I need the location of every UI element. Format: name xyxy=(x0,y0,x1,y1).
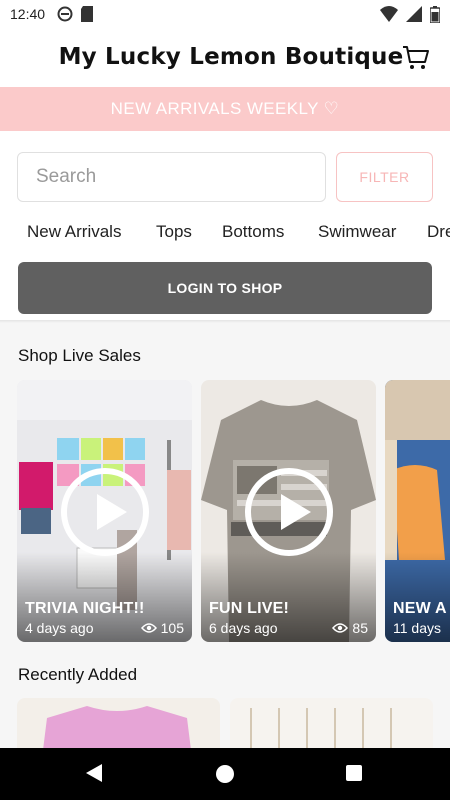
recent-apps-icon[interactable] xyxy=(346,765,362,781)
live-sale-card[interactable]: FUN LIVE! 6 days ago 85 xyxy=(201,380,376,642)
eye-icon xyxy=(140,623,157,633)
play-icon[interactable] xyxy=(61,468,149,556)
category-tops[interactable]: Tops xyxy=(156,222,192,242)
promo-banner-text: NEW ARRIVALS WEEKLY ♡ xyxy=(110,99,340,118)
search-placeholder: Search xyxy=(36,166,97,187)
live-sales-title: Shop Live Sales xyxy=(18,346,141,365)
play-icon[interactable] xyxy=(245,468,333,556)
live-sale-views: 105 xyxy=(140,620,184,636)
page-title: My Lucky Lemon Boutique xyxy=(58,44,404,70)
promo-banner[interactable]: NEW ARRIVALS WEEKLY ♡ xyxy=(0,87,450,131)
signal-icon xyxy=(406,6,422,22)
battery-icon xyxy=(430,5,440,23)
live-sale-title: FUN LIVE! xyxy=(209,600,290,617)
live-sale-age: 6 days ago xyxy=(209,620,278,636)
filter-button[interactable]: FILTER xyxy=(336,152,433,202)
system-nav-bar xyxy=(0,748,450,800)
wifi-icon xyxy=(380,6,398,22)
category-dresses[interactable]: Dre xyxy=(427,222,450,242)
live-sale-title: NEW A xyxy=(393,600,447,617)
cart-button[interactable] xyxy=(402,44,430,72)
filter-button-label: FILTER xyxy=(359,169,410,185)
category-swimwear[interactable]: Swimwear xyxy=(318,222,396,242)
live-sale-card[interactable]: TRIVIA NIGHT!! 4 days ago 105 xyxy=(17,380,192,642)
live-sale-age: 11 days xyxy=(393,620,441,636)
category-tabs: New Arrivals Tops Bottoms Swimwear Dre xyxy=(0,216,450,248)
views-count: 105 xyxy=(160,620,184,636)
status-time: 12:40 xyxy=(10,6,46,22)
content-area: Shop Live Sales TRIVIA NIGHT!! 4 days ag… xyxy=(0,320,450,758)
live-sale-age: 4 days ago xyxy=(25,620,94,636)
home-icon[interactable] xyxy=(216,765,234,783)
recently-added-title: Recently Added xyxy=(18,665,138,684)
app-header: My Lucky Lemon Boutique xyxy=(0,28,450,86)
login-to-shop-button[interactable]: LOGIN TO SHOP xyxy=(18,262,432,314)
eye-icon xyxy=(332,623,349,633)
category-new-arrivals[interactable]: New Arrivals xyxy=(27,222,121,242)
live-sale-card[interactable]: NEW A 11 days xyxy=(385,380,450,642)
back-icon[interactable] xyxy=(86,764,102,782)
search-input[interactable]: Search xyxy=(17,152,326,202)
cart-icon xyxy=(403,46,429,69)
category-bottoms[interactable]: Bottoms xyxy=(222,222,284,242)
live-sale-views: 85 xyxy=(332,620,368,636)
sync-icon xyxy=(57,6,73,22)
status-bar: 12:40 xyxy=(0,0,450,28)
live-sale-title: TRIVIA NIGHT!! xyxy=(25,600,145,617)
views-count: 85 xyxy=(352,620,368,636)
sd-card-icon xyxy=(81,6,94,22)
login-button-label: LOGIN TO SHOP xyxy=(167,280,283,296)
